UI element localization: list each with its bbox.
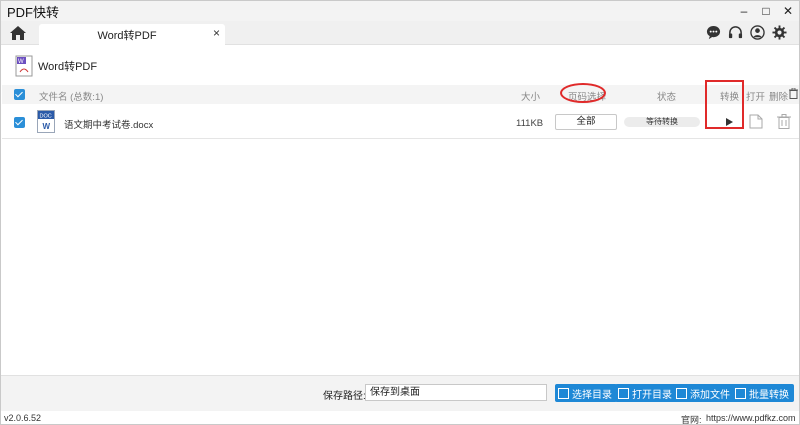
close-button[interactable]: ✕ [777, 1, 799, 21]
col-status: 状态 [657, 92, 677, 103]
home-icon[interactable] [9, 24, 27, 42]
save-path-input[interactable]: 保存到桌面 [365, 384, 547, 401]
choose-dir-button[interactable]: 选择目录 [555, 384, 617, 402]
col-filename: 文件名 (总数:1) [39, 92, 104, 103]
open-file-icon[interactable] [749, 114, 763, 129]
open-dir-label: 打开目录 [632, 389, 672, 401]
headset-icon[interactable] [727, 24, 743, 40]
site-link[interactable]: https://www.pdfkz.com [706, 413, 796, 423]
table-header: 文件名 (总数:1) 大小 页码选择 状态 转换 打开 删除 [2, 85, 799, 104]
annotation-rect-convert [705, 80, 744, 129]
status-bar: v2.0.6.52 官网: https://www.pdfkz.com [1, 411, 799, 425]
user-icon[interactable] [749, 24, 765, 40]
app-window: PDF快转 – □ ✕ Word转PDF × W Word转PDF 文件名 (总… [0, 0, 800, 425]
title-bar: PDF快转 – □ ✕ [1, 1, 799, 21]
delete-icon[interactable] [777, 114, 791, 129]
section-title: Word转PDF [38, 61, 98, 73]
version-text: v2.0.6.52 [4, 413, 42, 423]
tab-bar: Word转PDF × [1, 21, 799, 45]
status-badge: 等待转换 [624, 117, 700, 127]
col-open: 打开 [746, 92, 766, 103]
annotation-ellipse-page-select [560, 83, 606, 103]
open-dir-button[interactable]: 打开目录 [615, 384, 677, 402]
minimize-button[interactable]: – [733, 1, 755, 21]
table-row[interactable]: DOC W 语文期中考试卷.docx 111KB 全部 等待转换 [2, 106, 799, 139]
doc-badge-text: DOC [40, 114, 52, 120]
tab-close-icon[interactable]: × [213, 26, 220, 40]
add-file-button[interactable]: 添加文件 [673, 384, 735, 402]
convert-icon [735, 387, 746, 399]
batch-convert-button[interactable]: 批量转换 [732, 384, 794, 402]
row-size: 111KB [516, 118, 544, 129]
col-size: 大小 [521, 92, 541, 103]
col-delete: 删除 [769, 92, 789, 103]
choose-dir-label: 选择目录 [572, 389, 612, 401]
tab-word-to-pdf[interactable]: Word转PDF × [39, 24, 225, 45]
app-title: PDF快转 [7, 4, 60, 20]
tab-label: Word转PDF [97, 30, 157, 42]
plus-icon [676, 387, 687, 399]
site-label: 官网: [681, 415, 702, 425]
chat-icon[interactable] [705, 24, 721, 40]
select-all-checkbox[interactable] [14, 89, 25, 100]
row-checkbox[interactable] [14, 117, 25, 128]
svg-text:W: W [18, 59, 24, 65]
docx-file-icon: DOC W [37, 110, 55, 133]
doc-letter-text: W [43, 122, 51, 131]
save-path-label: 保存路径: [323, 391, 366, 402]
gear-icon[interactable] [771, 24, 787, 40]
maximize-button[interactable]: □ [755, 1, 777, 21]
batch-convert-label: 批量转换 [749, 389, 789, 401]
row-filename: 语文期中考试卷.docx [64, 120, 154, 131]
bottom-bar: 保存路径: 保存到桌面 选择目录 打开目录 添加文件 批量转换 [1, 375, 799, 411]
save-icon [558, 387, 569, 399]
delete-all-icon[interactable] [789, 87, 798, 102]
section-header: W Word转PDF [15, 54, 97, 78]
folder-icon [618, 387, 629, 399]
add-file-label: 添加文件 [690, 389, 730, 401]
page-select-button[interactable]: 全部 [555, 114, 617, 130]
word-to-pdf-icon: W [15, 55, 33, 77]
